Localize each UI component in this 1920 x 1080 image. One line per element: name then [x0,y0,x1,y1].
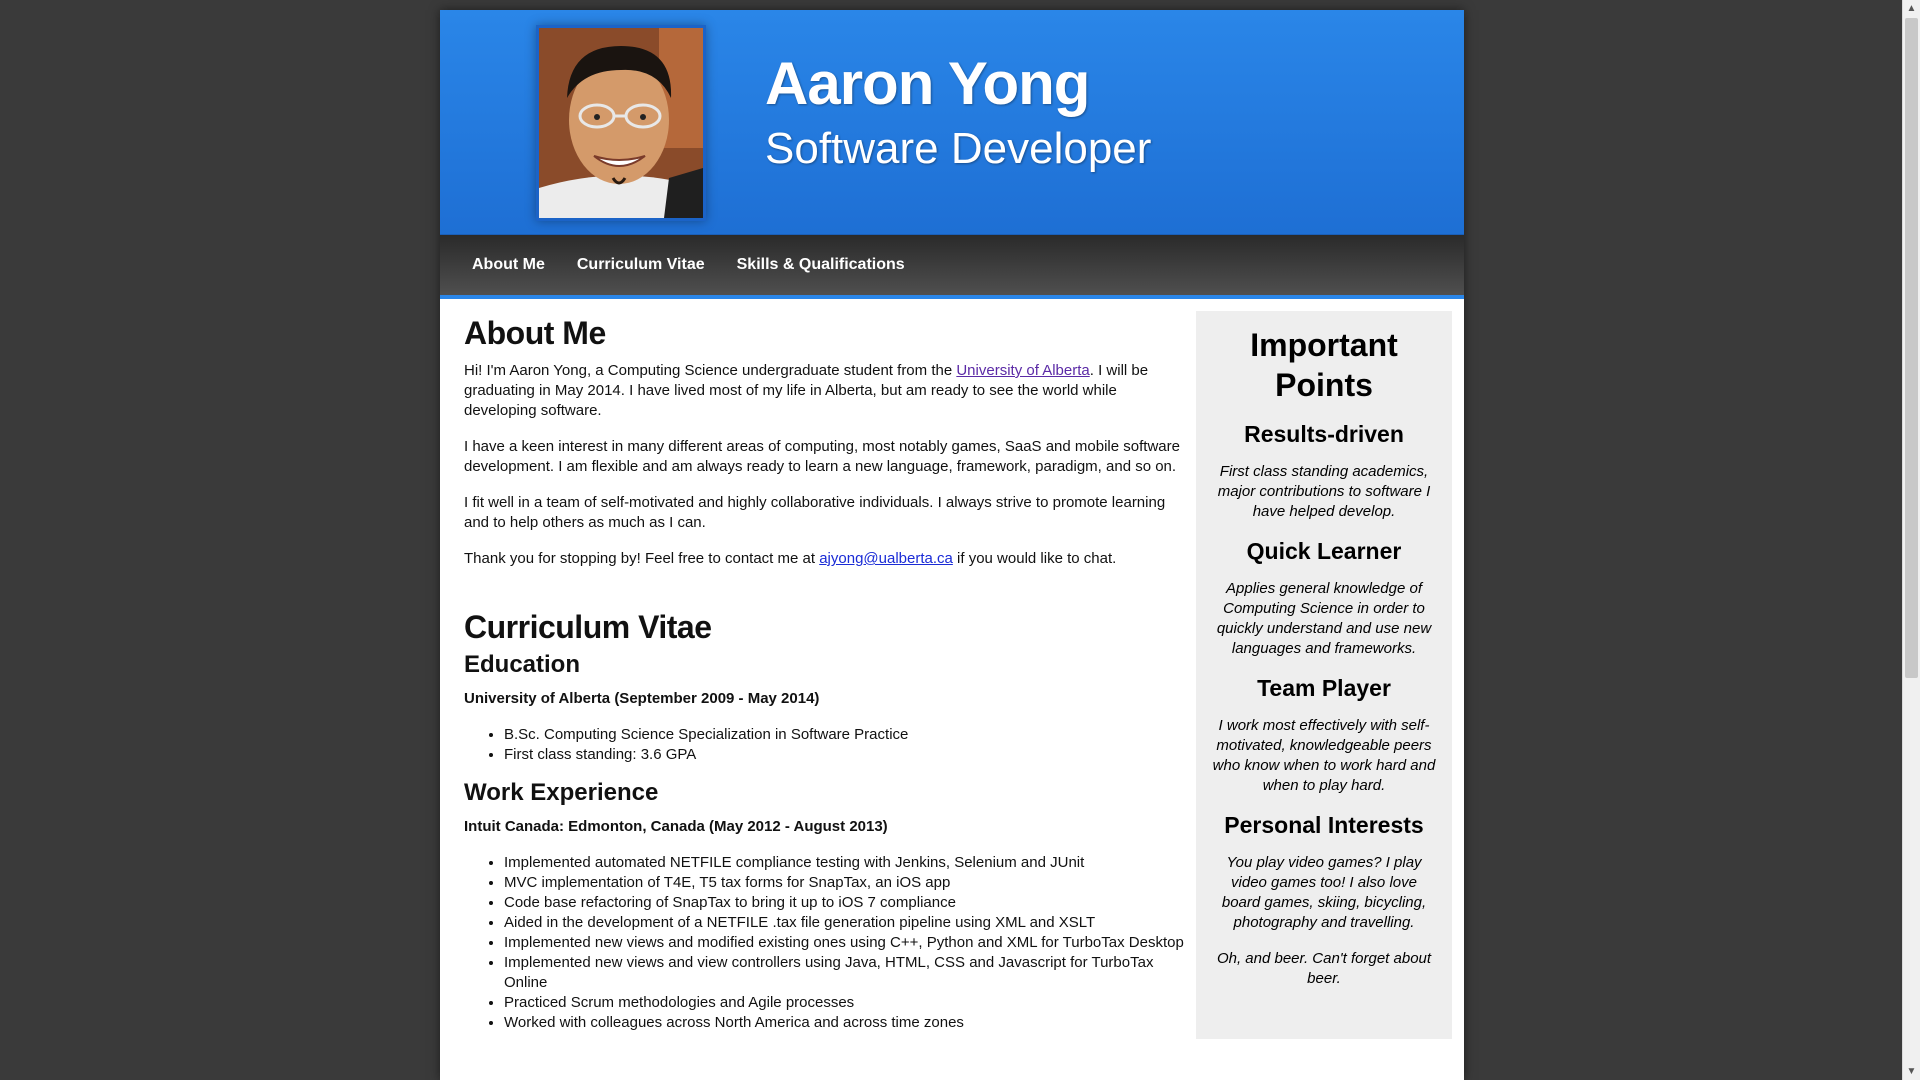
list-item: Implemented new views and view controlle… [504,953,1184,993]
work-list: Implemented automated NETFILE compliance… [464,853,1184,1033]
about-p4-text-end: if you would like to chat. [952,550,1117,567]
sidebar-footer-text: Oh, and beer. Can't forget about beer. [1216,950,1432,987]
important-points-sidebar: Important Points Results-driven First cl… [1196,311,1452,1039]
scroll-up-arrow-icon[interactable]: ▲ [1903,0,1920,17]
point-text: You play video games? I play video games… [1221,854,1427,931]
nav-curriculum-vitae[interactable]: Curriculum Vitae [577,256,705,274]
nav-about-me[interactable]: About Me [472,256,545,274]
nav-skills-qualifications[interactable]: Skills & Qualifications [737,256,905,274]
university-link[interactable]: University of Alberta [956,362,1089,379]
about-p4-text: Thank you for stopping by! Feel free to … [464,550,820,567]
point-text: I work most effectively with self-motiva… [1212,717,1436,794]
about-me-heading: About Me [464,315,606,351]
page-container: Aaron Yong Software Developer About Me C… [440,10,1464,1080]
point-heading: Results-driven [1244,421,1404,447]
list-item: First class standing: 3.6 GPA [504,745,1184,765]
point-text: Applies general knowledge of Computing S… [1216,580,1432,657]
list-item: Aided in the development of a NETFILE .t… [504,913,1184,933]
work-experience-heading: Work Experience [464,779,659,806]
list-item: Implemented new views and modified exist… [504,933,1184,953]
site-name: Aaron Yong [765,50,1090,117]
cv-heading: Curriculum Vitae [464,609,712,645]
scroll-down-arrow-icon[interactable]: ▼ [1903,1063,1920,1080]
content-area: About Me Hi! I'm Aaron Yong, a Computing… [440,299,1464,1039]
about-paragraph-1: Hi! I'm Aaron Yong, a Computing Science … [464,361,1184,421]
point-heading: Personal Interests [1224,812,1424,838]
site-header: Aaron Yong Software Developer [440,10,1464,235]
education-org: University of Alberta (September 2009 - … [464,690,820,707]
vertical-scrollbar[interactable]: ▲ ▼ [1902,0,1920,1080]
sidebar-title: Important Points [1250,327,1398,403]
list-item: Implemented automated NETFILE compliance… [504,853,1184,873]
scrollbar-thumb[interactable] [1905,18,1918,678]
about-paragraph-3: I fit well in a team of self-motivated a… [464,494,1166,531]
header-text: Aaron Yong Software Developer [765,48,1151,176]
about-p1-text: Hi! I'm Aaron Yong, a Computing Science … [464,362,957,379]
about-paragraph-2: I have a keen interest in many different… [464,438,1180,475]
profile-photo [536,25,706,221]
list-item: MVC implementation of T4E, T5 tax forms … [504,873,1184,893]
email-link[interactable]: ajyong@ualberta.ca [819,550,953,567]
education-heading: Education [464,651,581,678]
point-heading: Team Player [1257,675,1391,701]
main-nav: About Me Curriculum Vitae Skills & Quali… [440,235,1464,299]
list-item: Code base refactoring of SnapTax to brin… [504,893,1184,913]
about-paragraph-4: Thank you for stopping by! Feel free to … [464,549,1184,569]
list-item: B.Sc. Computing Science Specialization i… [504,725,1184,745]
site-tagline: Software Developer [765,124,1152,173]
list-item: Practiced Scrum methodologies and Agile … [504,993,1184,1013]
point-heading: Quick Learner [1246,538,1402,564]
point-text: First class standing academics, major co… [1217,463,1431,520]
education-list: B.Sc. Computing Science Specialization i… [464,725,1184,765]
main-column: About Me Hi! I'm Aaron Yong, a Computing… [464,315,1184,1033]
work-org: Intuit Canada: Edmonton, Canada (May 201… [464,818,888,835]
list-item: Worked with colleagues across North Amer… [504,1013,1184,1033]
